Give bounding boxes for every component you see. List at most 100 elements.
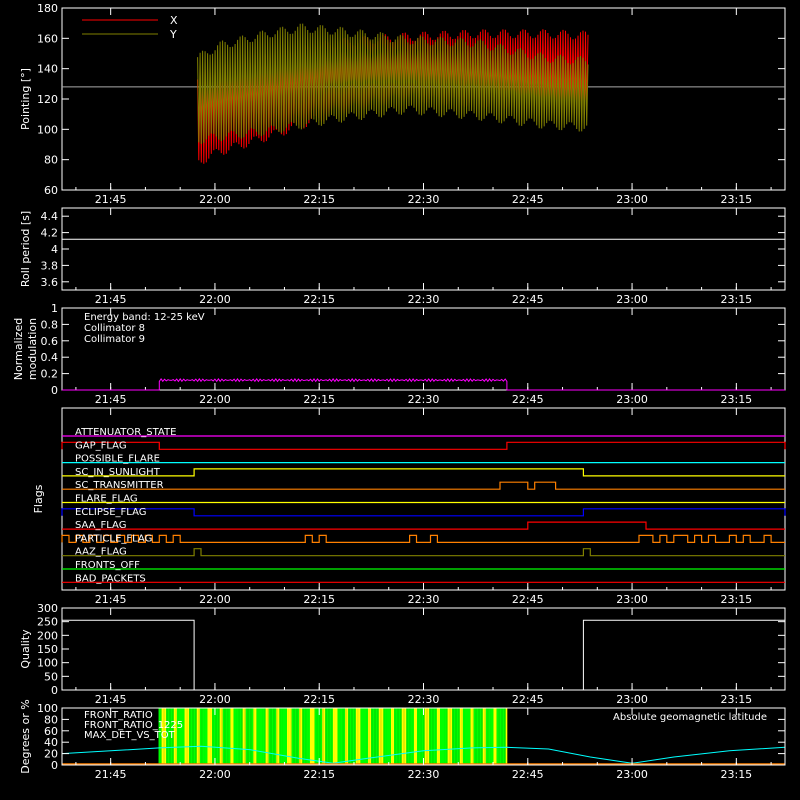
y-tick-label-5-5: 100 (37, 702, 58, 715)
y-tick-label-2-0: 0 (51, 384, 58, 397)
x-tick-label-5-0: 21:45 (95, 768, 127, 781)
y-tick-label-4-2: 100 (37, 657, 58, 670)
y-tick-label-2-1: 0.2 (41, 368, 59, 381)
modulation-legend-1: Collimator 8 (84, 323, 145, 334)
x-tick-label-0-3: 22:30 (408, 193, 440, 206)
x-tick-label-5-3: 22:30 (408, 768, 440, 781)
flag-label-flare_flag: FLARE_FLAG (75, 494, 138, 505)
x-tick-label-2-6: 23:15 (720, 393, 752, 406)
x-tick-label-1-6: 23:15 (720, 293, 752, 306)
x-tick-label-3-3: 22:30 (408, 593, 440, 606)
x-tick-label-4-6: 23:15 (720, 693, 752, 706)
y-tick-label-1-4: 4.4 (41, 210, 59, 223)
y-axis-label-3: Flags (32, 484, 45, 513)
figure: 21:45 22:00 22:15 22:30 22:45 23:00 23:1560801… (12, 2, 786, 781)
x-tick-label-4-3: 22:30 (408, 693, 440, 706)
y-tick-label-5-3: 60 (44, 725, 58, 738)
y-tick-label-4-3: 150 (37, 643, 58, 656)
y-axis-label-2b: modulation (26, 318, 39, 380)
y-tick-label-2-5: 1 (51, 302, 58, 315)
x-tick-label-4-4: 22:45 (512, 693, 544, 706)
x-tick-label-3-0: 21:45 (95, 593, 127, 606)
x-tick-label-1-4: 22:45 (512, 293, 544, 306)
x-tick-label-3-4: 22:45 (512, 593, 544, 606)
x-tick-label-0-6: 23:15 (720, 193, 752, 206)
flag-line-gap_flag (61, 441, 786, 450)
flag-line-aaz_flag (62, 548, 785, 557)
y-tick-label-5-4: 80 (44, 713, 58, 726)
y-tick-label-2-2: 0.4 (41, 351, 59, 364)
x-tick-label-4-1: 22:00 (199, 693, 231, 706)
flag-label-saa_flag: SAA_FLAG (75, 520, 126, 531)
y-tick-label-4-1: 50 (44, 670, 58, 683)
x-tick-label-1-5: 23:00 (616, 293, 648, 306)
y-axis-label-1: Roll period [s] (19, 211, 32, 287)
y-tick-label-4-0: 0 (51, 684, 58, 697)
pointing-band-Y (197, 23, 589, 144)
legend-label-X: X (170, 14, 178, 27)
x-tick-label-0-4: 22:45 (512, 193, 544, 206)
flag-label-possible_flare: POSSIBLE_FLARE (75, 454, 160, 465)
bottom-legend-right: Absolute geomagnetic latitude (613, 712, 767, 723)
y-tick-label-5-1: 20 (44, 748, 58, 761)
quality-line (62, 619, 785, 691)
flag-line-eclipse_flag (61, 508, 786, 517)
x-tick-label-0-1: 22:00 (199, 193, 231, 206)
y-tick-label-0-5: 160 (37, 32, 58, 45)
flag-line-particle_flag (61, 534, 785, 544)
x-tick-label-1-1: 22:00 (199, 293, 231, 306)
y-tick-label-0-0: 60 (44, 184, 58, 197)
flag-label-gap_flag: GAP_FLAG (75, 440, 127, 451)
y-axis-label-2a: Normalized (12, 318, 25, 380)
y-tick-label-4-6: 300 (37, 602, 58, 615)
y-tick-label-0-6: 180 (37, 2, 58, 15)
x-tick-label-2-2: 22:15 (303, 393, 335, 406)
y-tick-label-5-2: 40 (44, 736, 58, 749)
flag-label-sc_transmitter: SC_TRANSMITTER (75, 480, 164, 491)
x-tick-label-0-0: 21:45 (95, 193, 127, 206)
x-tick-label-5-5: 23:00 (616, 768, 648, 781)
y-tick-label-1-0: 3.6 (41, 276, 59, 289)
x-tick-label-5-6: 23:15 (720, 768, 752, 781)
flag-label-aaz_flag: AAZ_FLAG (75, 547, 127, 558)
y-tick-label-0-3: 120 (37, 93, 58, 106)
y-tick-label-0-1: 80 (44, 154, 58, 167)
y-tick-label-1-2: 4 (51, 243, 58, 256)
y-axis-label-0: Pointing [°] (19, 68, 32, 130)
legend-label-Y: Y (169, 28, 177, 41)
x-tick-label-2-5: 23:00 (616, 393, 648, 406)
x-tick-label-1-2: 22:15 (303, 293, 335, 306)
flag-label-fronts_off: FRONTS_OFF (75, 560, 140, 571)
x-tick-label-3-6: 23:15 (720, 593, 752, 606)
plot-frame-1 (61, 207, 786, 291)
y-axis-label-4: Quality (19, 629, 32, 669)
flag-line-sc_transmitter (62, 481, 785, 490)
flag-label-sc_in_sunlight: SC_IN_SUNLIGHT (75, 467, 161, 478)
x-tick-label-5-1: 22:00 (199, 768, 231, 781)
flag-label-eclipse_flag: ECLIPSE_FLAG (75, 507, 146, 518)
bottom-legend-2: MAX_DET_VS_TOT (84, 730, 176, 741)
x-tick-label-3-1: 22:00 (199, 593, 231, 606)
x-tick-label-1-3: 22:30 (408, 293, 440, 306)
flag-label-particle_flag: PARTICLE_FLAG (75, 533, 152, 544)
x-tick-label-3-2: 22:15 (303, 593, 335, 606)
x-tick-label-2-3: 22:30 (408, 393, 440, 406)
x-tick-label-5-2: 22:15 (303, 768, 335, 781)
y-tick-label-1-1: 3.8 (41, 259, 59, 272)
y-tick-label-2-4: 0.8 (41, 318, 59, 331)
y-tick-label-4-5: 250 (37, 616, 58, 629)
flag-line-saa_flag (62, 521, 785, 530)
x-tick-label-2-4: 22:45 (512, 393, 544, 406)
x-tick-label-4-5: 23:00 (616, 693, 648, 706)
y-axis-label-5: Degrees or % (19, 699, 32, 773)
y-tick-label-5-0: 0 (51, 759, 58, 772)
x-tick-label-5-4: 22:45 (512, 768, 544, 781)
x-tick-label-0-2: 22:15 (303, 193, 335, 206)
x-tick-label-2-0: 21:45 (95, 393, 127, 406)
y-tick-label-2-3: 0.6 (41, 335, 59, 348)
modulation-legend-2: Collimator 9 (84, 334, 145, 345)
y-tick-label-4-4: 200 (37, 629, 58, 642)
flag-line-sc_in_sunlight (62, 468, 785, 477)
flag-label-bad_packets: BAD_PACKETS (75, 573, 146, 584)
y-tick-label-1-3: 4.2 (41, 227, 59, 240)
